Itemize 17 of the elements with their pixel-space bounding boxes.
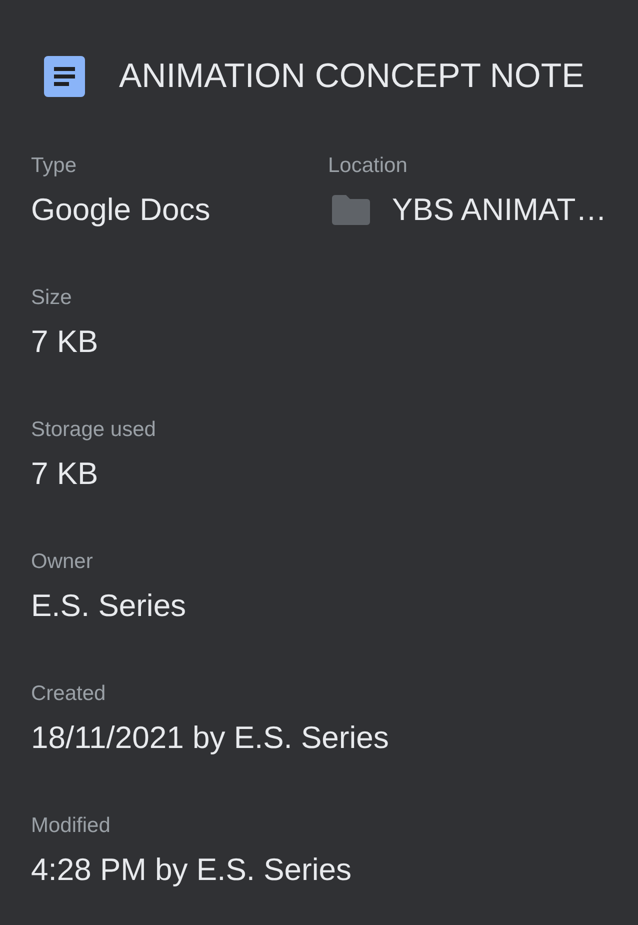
field-value: 18/11/2021 by E.S. Series <box>31 720 389 756</box>
field-value: E.S. Series <box>31 588 186 624</box>
folder-icon <box>332 195 370 225</box>
field-value: 7 KB <box>31 456 98 492</box>
field-label: Storage used <box>31 418 156 442</box>
document-icon <box>44 56 85 96</box>
field-label: Size <box>31 286 72 310</box>
file-title: ANIMATION CONCEPT NOTE <box>119 56 584 96</box>
field-value: Google Docs <box>31 192 210 228</box>
field-label: Owner <box>31 550 93 574</box>
field-label: Type <box>31 154 77 178</box>
field-label: Location <box>328 154 408 178</box>
field-value: 4:28 PM by E.S. Series <box>31 852 352 888</box>
field-label: Modified <box>31 814 110 838</box>
folder-link[interactable]: YBS ANIMAT… <box>392 192 607 228</box>
field-value: 7 KB <box>31 324 98 360</box>
field-label: Created <box>31 682 106 706</box>
